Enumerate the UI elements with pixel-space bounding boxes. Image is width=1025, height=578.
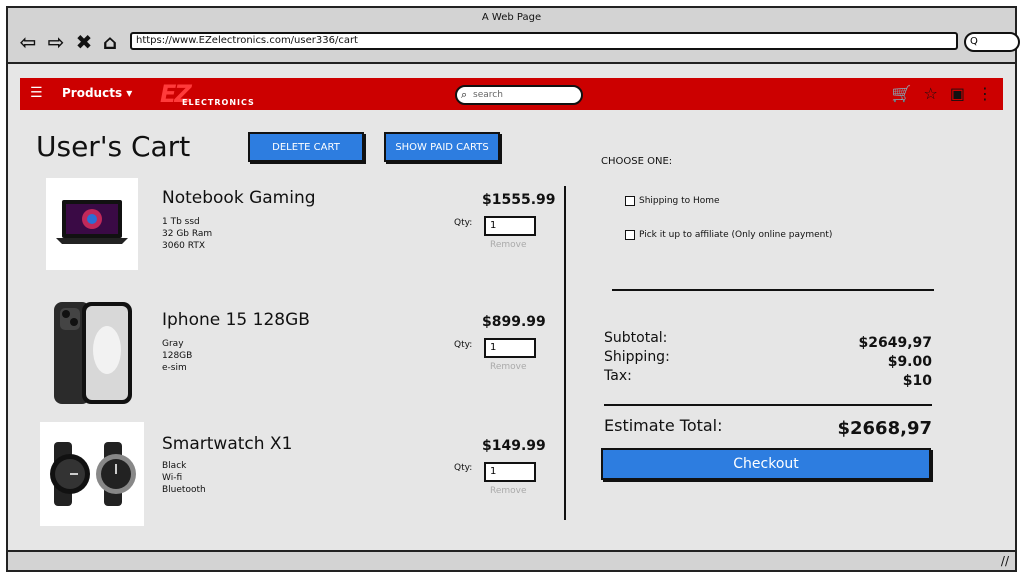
- search-icon: ⌕: [461, 88, 468, 101]
- divider: [612, 289, 934, 291]
- browser-titlebar: A Web Page ⇦ ⇨ ✖ ⌂ https://www.EZelectro…: [6, 6, 1020, 64]
- resize-grip-icon[interactable]: //: [1001, 554, 1009, 568]
- checkbox[interactable]: [625, 196, 635, 206]
- item-price: $1555.99: [482, 192, 556, 208]
- home-icon[interactable]: ⌂: [100, 30, 120, 54]
- hamburger-menu-icon[interactable]: ☰: [30, 85, 43, 101]
- address-bar[interactable]: https://www.EZelectronics.com/user336/ca…: [130, 32, 958, 50]
- column-divider: [564, 186, 566, 520]
- back-arrow-icon[interactable]: ⇦: [18, 30, 38, 54]
- cart-icon[interactable]: 🛒: [892, 84, 912, 103]
- remove-button[interactable]: Remove: [490, 362, 527, 372]
- laptop-image: [46, 178, 138, 270]
- item-name: Notebook Gaming: [162, 188, 316, 208]
- site-navbar: ☰ Products ▾ EZ ELECTRONICS ⌕ search 🛒 ☆…: [20, 78, 1003, 110]
- item-name: Iphone 15 128GB: [162, 310, 310, 330]
- browser-search-glyph: Q: [970, 36, 978, 47]
- qty-label: Qty:: [454, 340, 473, 350]
- smartwatch-image: [40, 422, 144, 526]
- item-spec: e-sim: [162, 363, 187, 373]
- subtotal-value: $2649,97: [858, 335, 932, 351]
- forward-arrow-icon[interactable]: ⇨: [46, 30, 66, 54]
- item-specs: 1 Tb ssd 32 Gb Ram 3060 RTX: [162, 216, 212, 252]
- quantity-field[interactable]: 1: [484, 338, 536, 358]
- window-title: A Web Page: [481, 12, 542, 23]
- browser-statusbar: //: [6, 550, 1017, 572]
- delete-cart-button[interactable]: DELETE CART: [248, 132, 364, 162]
- option-label: Shipping to Home: [639, 196, 720, 206]
- shipping-label: Shipping:: [604, 349, 670, 365]
- tax-value: $10: [902, 373, 932, 389]
- item-spec: 3060 RTX: [162, 241, 206, 251]
- user-icon[interactable]: ▣: [950, 84, 965, 103]
- item-name: Smartwatch X1: [162, 434, 293, 454]
- products-menu-label: Products: [62, 86, 123, 100]
- item-spec: Wi-fi: [162, 473, 183, 483]
- close-icon[interactable]: ✖: [74, 30, 94, 54]
- remove-button[interactable]: Remove: [490, 486, 527, 496]
- tax-label: Tax:: [604, 368, 632, 384]
- navbar-icons: 🛒 ☆ ▣ ⋮: [892, 84, 993, 103]
- item-spec: 1 Tb ssd: [162, 217, 200, 227]
- item-price: $899.99: [482, 314, 546, 330]
- quantity-field[interactable]: 1: [484, 462, 536, 482]
- quantity-field[interactable]: 1: [484, 216, 536, 236]
- search-placeholder: search: [473, 90, 503, 100]
- browser-search-field[interactable]: Q: [964, 32, 1020, 52]
- choose-label: CHOOSE ONE:: [601, 156, 673, 167]
- qty-label: Qty:: [454, 463, 473, 473]
- estimate-total-value: $2668,97: [837, 418, 932, 439]
- divider: [604, 404, 932, 406]
- logo-text: ELECTRONICS: [182, 98, 255, 107]
- shipping-value: $9.00: [887, 354, 932, 370]
- remove-button[interactable]: Remove: [490, 240, 527, 250]
- qty-label: Qty:: [454, 218, 473, 228]
- pickup-affiliate-option[interactable]: Pick it up to affiliate (Only online pay…: [625, 230, 832, 240]
- shipping-home-option[interactable]: Shipping to Home: [625, 196, 720, 206]
- kebab-icon[interactable]: ⋮: [977, 84, 993, 103]
- checkbox[interactable]: [625, 230, 635, 240]
- site-logo[interactable]: EZ ELECTRONICS: [160, 80, 256, 108]
- checkout-button[interactable]: Checkout: [601, 448, 931, 480]
- item-price: $149.99: [482, 438, 546, 454]
- products-menu[interactable]: Products ▾: [62, 86, 132, 100]
- subtotal-label: Subtotal:: [604, 330, 668, 346]
- phone-image: [52, 300, 134, 406]
- star-icon[interactable]: ☆: [924, 84, 938, 103]
- item-spec: Gray: [162, 339, 184, 349]
- show-paid-carts-button[interactable]: SHOW PAID CARTS: [384, 132, 500, 162]
- search-input[interactable]: ⌕ search: [455, 85, 583, 105]
- page-title: User's Cart: [36, 130, 191, 163]
- chevron-down-icon: ▾: [126, 86, 133, 100]
- item-spec: 32 Gb Ram: [162, 229, 213, 239]
- item-spec: 128GB: [162, 351, 193, 361]
- item-spec: Black: [162, 461, 187, 471]
- option-label: Pick it up to affiliate (Only online pay…: [639, 230, 833, 240]
- item-specs: Black Wi-fi Bluetooth: [162, 460, 206, 496]
- item-specs: Gray 128GB e-sim: [162, 338, 192, 374]
- page-content: ☰ Products ▾ EZ ELECTRONICS ⌕ search 🛒 ☆…: [8, 64, 1015, 550]
- item-spec: Bluetooth: [162, 485, 206, 495]
- estimate-total-label: Estimate Total:: [604, 416, 723, 435]
